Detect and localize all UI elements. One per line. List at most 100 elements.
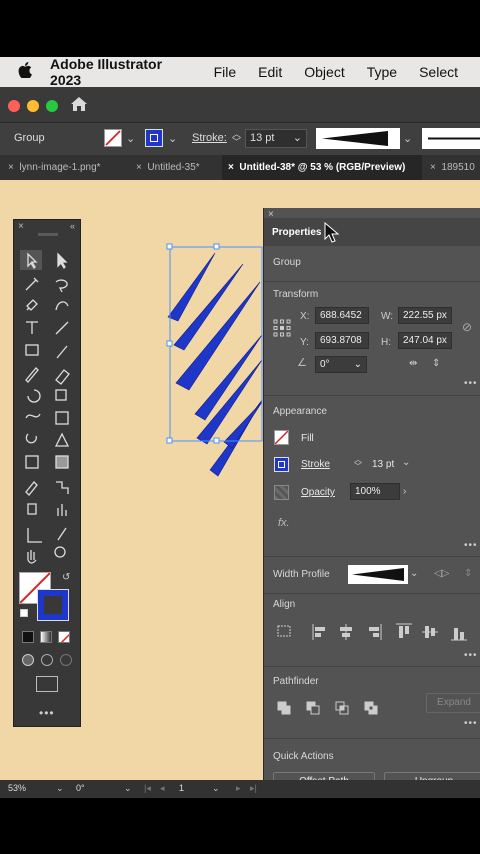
w-label: W:	[381, 311, 394, 322]
window-titlebar	[0, 87, 480, 123]
pathfinder-buttons[interactable]	[276, 700, 396, 720]
stroke-weight-value[interactable]: 13 pt	[372, 459, 394, 470]
opacity-icon	[274, 485, 289, 500]
default-colors-icon[interactable]	[20, 609, 28, 617]
bottom-black-margin	[0, 798, 480, 854]
chevron-down-icon[interactable]: ⌄	[56, 783, 64, 794]
previous-artboard-icon[interactable]: ◂	[160, 783, 165, 794]
width-profile-dropdown[interactable]	[348, 565, 408, 584]
align-to-icon	[277, 625, 291, 637]
flip-vertical-icon[interactable]: ⇕	[432, 358, 440, 369]
chevron-down-icon[interactable]: ⌄	[403, 132, 412, 145]
close-window-button[interactable]	[8, 100, 20, 112]
h-field[interactable]: 247.04 px	[398, 332, 452, 349]
flip-across-icon[interactable]: ⇕	[464, 568, 472, 579]
perspective-grid-icon	[54, 432, 70, 447]
menu-type[interactable]: Type	[367, 64, 397, 80]
constrain-proportions-icon[interactable]: ⊘	[462, 320, 472, 334]
menu-object[interactable]: Object	[304, 64, 344, 80]
shape-builder-icon	[25, 433, 37, 444]
opacity-field[interactable]: 100%	[350, 483, 400, 500]
expand-button[interactable]: Expand	[426, 693, 480, 713]
minimize-window-button[interactable]	[27, 100, 39, 112]
more-options-icon[interactable]: •••	[464, 378, 478, 389]
more-options-icon[interactable]: •••	[464, 650, 478, 661]
gradient-mode-icon[interactable]	[40, 631, 52, 643]
tool-icons[interactable]	[14, 220, 82, 728]
tab-untitled-35[interactable]: × Untitled-35*	[132, 155, 222, 180]
fill-label: Fill	[301, 433, 314, 444]
chevron-down-icon[interactable]: ⌄	[124, 783, 132, 794]
last-artboard-icon[interactable]: ▸|	[250, 783, 257, 794]
free-transform-icon	[55, 411, 69, 425]
stepper-icon[interactable]: ︿ ﹀	[232, 130, 241, 147]
chevron-down-icon[interactable]: ⌄	[402, 457, 410, 468]
tab-189510[interactable]: × 189510	[426, 155, 480, 180]
panel-title[interactable]: Properties	[272, 227, 321, 238]
stroke-label[interactable]: Stroke:	[192, 132, 227, 144]
pathfinder-header: Pathfinder	[273, 676, 319, 687]
home-icon[interactable]	[70, 95, 88, 113]
chevron-down-icon[interactable]: ⌄	[212, 783, 220, 794]
menubar: Adobe Illustrator 2023 File Edit Object …	[0, 56, 480, 88]
x-field[interactable]: 688.6452	[315, 307, 369, 324]
draw-normal-icon[interactable]	[22, 654, 34, 666]
none-mode-icon[interactable]	[58, 631, 70, 643]
stroke-swatch[interactable]	[145, 129, 163, 147]
align-buttons[interactable]	[264, 620, 480, 644]
lasso-icon	[55, 279, 68, 293]
first-artboard-icon[interactable]: |◂	[144, 783, 151, 794]
zoom-level[interactable]: 53%	[8, 783, 26, 793]
fx-icon[interactable]: fx.	[278, 517, 290, 529]
hand-tool-icon	[27, 550, 37, 564]
appearance-fill-swatch[interactable]	[274, 430, 289, 445]
stroke-color-swatch[interactable]	[37, 589, 69, 621]
draw-behind-icon[interactable]	[41, 654, 53, 666]
chevron-down-icon[interactable]: ⌄	[126, 132, 135, 145]
stroke-label[interactable]: Stroke	[301, 459, 330, 470]
tab-lynn-image[interactable]: × lynn-image-1.png*	[0, 155, 132, 180]
next-artboard-icon[interactable]: ▸	[236, 783, 241, 794]
appearance-stroke-swatch[interactable]	[274, 457, 289, 472]
opacity-label[interactable]: Opacity	[301, 487, 335, 498]
swap-colors-icon[interactable]: ↺	[62, 572, 70, 583]
reference-point-icon[interactable]	[273, 319, 291, 337]
edit-toolbar-icon[interactable]: •••	[39, 706, 55, 720]
chevron-down-icon[interactable]: ⌄	[410, 568, 418, 579]
screen-mode-icon[interactable]	[36, 676, 58, 692]
menu-select[interactable]: Select	[419, 64, 458, 80]
rotation-value[interactable]: 0°	[76, 783, 85, 793]
menu-edit[interactable]: Edit	[258, 64, 282, 80]
w-field[interactable]: 222.55 px	[398, 307, 452, 324]
zoom-window-button[interactable]	[46, 100, 58, 112]
color-mode-icon[interactable]	[22, 631, 34, 643]
flip-along-icon[interactable]: ◁▷	[434, 568, 449, 579]
brush-preview[interactable]	[422, 128, 480, 149]
divider	[264, 593, 480, 594]
fill-swatch[interactable]	[104, 129, 122, 147]
artboard-number[interactable]: 1	[179, 783, 184, 793]
chevron-right-icon[interactable]: ›	[403, 486, 406, 497]
align-header: Align	[273, 599, 296, 610]
column-graph-icon	[57, 504, 67, 516]
draw-inside-icon[interactable]	[60, 654, 72, 666]
rotate-angle-field[interactable]: 0° ⌄	[315, 356, 367, 373]
cursor-icon	[324, 221, 340, 247]
chevron-down-icon[interactable]: ⌄	[168, 132, 177, 145]
divider	[264, 666, 480, 667]
selection-type-label: Group	[14, 132, 45, 144]
more-options-icon[interactable]: •••	[464, 718, 478, 729]
apple-icon[interactable]	[0, 61, 50, 83]
gradient-tool-icon	[55, 455, 69, 469]
tab-untitled-38[interactable]: × Untitled-38* @ 53 % (RGB/Preview)	[222, 155, 422, 180]
stroke-weight-field[interactable]: 13 pt ⌄	[245, 129, 307, 148]
width-profile-preview[interactable]	[316, 128, 400, 149]
menu-file[interactable]: File	[214, 64, 237, 80]
stepper-icon[interactable]: ︿ ﹀	[354, 456, 362, 471]
more-options-icon[interactable]: •••	[464, 540, 478, 551]
y-field[interactable]: 693.8708	[315, 332, 369, 349]
status-bar: 53% ⌄ 0° ⌄ |◂ ◂ 1 ⌄ ▸ ▸|	[0, 780, 480, 798]
menu-app-name[interactable]: Adobe Illustrator 2023	[50, 56, 192, 88]
selection-type: Group	[273, 257, 301, 268]
flip-horizontal-icon[interactable]: ⇹	[409, 358, 417, 369]
